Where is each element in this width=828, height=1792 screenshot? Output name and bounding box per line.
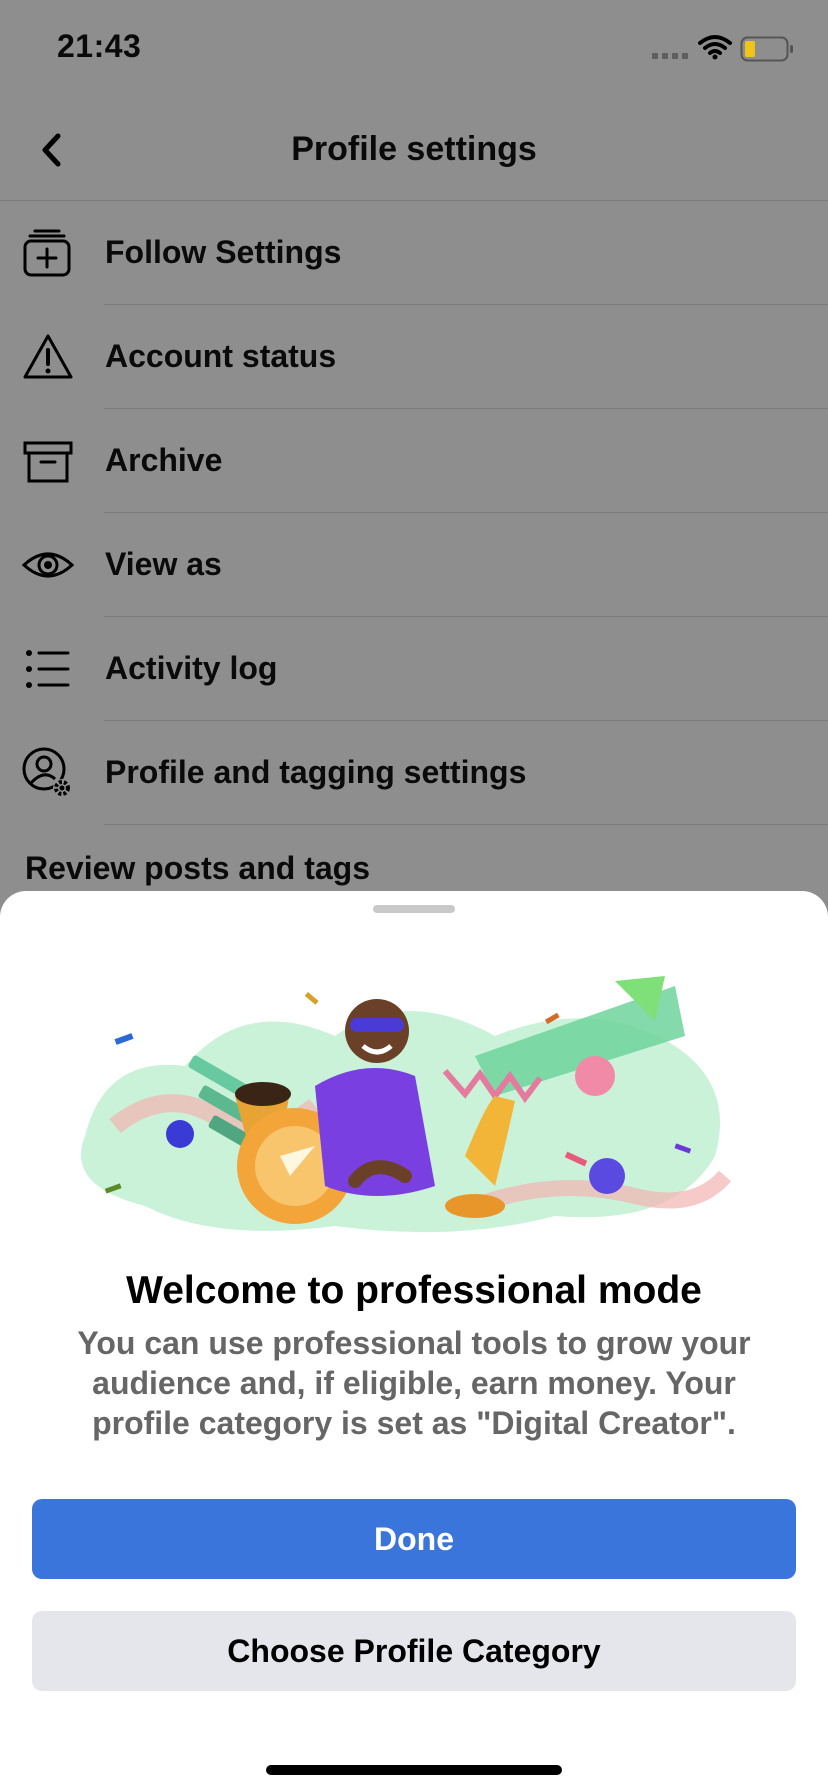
archive-icon [23, 441, 73, 483]
home-indicator[interactable] [266, 1765, 562, 1775]
menu-item-view-as[interactable]: View as [0, 513, 828, 617]
menu-item-label: Archive [105, 442, 223, 478]
menu-item-archive[interactable]: Archive [0, 409, 828, 513]
menu-item-label: View as [105, 546, 222, 582]
menu-item-activity-log[interactable]: Activity log [0, 617, 828, 721]
list-icon [26, 650, 70, 688]
warning-icon [23, 334, 73, 379]
profile-gear-icon [22, 747, 71, 797]
status-bar: 21:43 [0, 0, 828, 100]
sheet-title: Welcome to professional mode [126, 1269, 702, 1312]
eye-icon [22, 552, 74, 578]
menu-item-label: Activity log [105, 650, 278, 686]
battery-icon [740, 36, 793, 62]
menu-item-label: Profile and tagging settings [105, 754, 527, 790]
signal-icon [652, 53, 688, 59]
sheet-description: You can use professional tools to grow y… [77, 1325, 751, 1441]
follow-settings-icon [23, 229, 71, 277]
menu-item-label: Follow Settings [105, 234, 342, 270]
choose-profile-category-button[interactable]: Choose Profile Category [32, 1611, 796, 1691]
wifi-icon [698, 35, 732, 60]
menu-item-follow-settings[interactable]: Follow Settings [0, 201, 828, 305]
celebration-illustration [81, 976, 732, 1233]
menu-item-profile-tagging[interactable]: Profile and tagging settings [0, 721, 828, 825]
menu-item-label: Account status [105, 338, 337, 374]
sheet-grabber[interactable] [373, 905, 455, 913]
status-time: 21:43 [57, 28, 142, 64]
done-button[interactable]: Done [32, 1499, 796, 1579]
navigation-header: Profile settings [0, 100, 828, 201]
settings-menu: Follow Settings Account status Archive V… [0, 201, 828, 825]
page-title: Profile settings [291, 130, 537, 168]
professional-mode-sheet: Welcome to professional mode You can use… [0, 891, 828, 1792]
section-heading: Review posts and tags [25, 850, 370, 886]
menu-item-account-status[interactable]: Account status [0, 305, 828, 409]
divider [104, 824, 828, 825]
